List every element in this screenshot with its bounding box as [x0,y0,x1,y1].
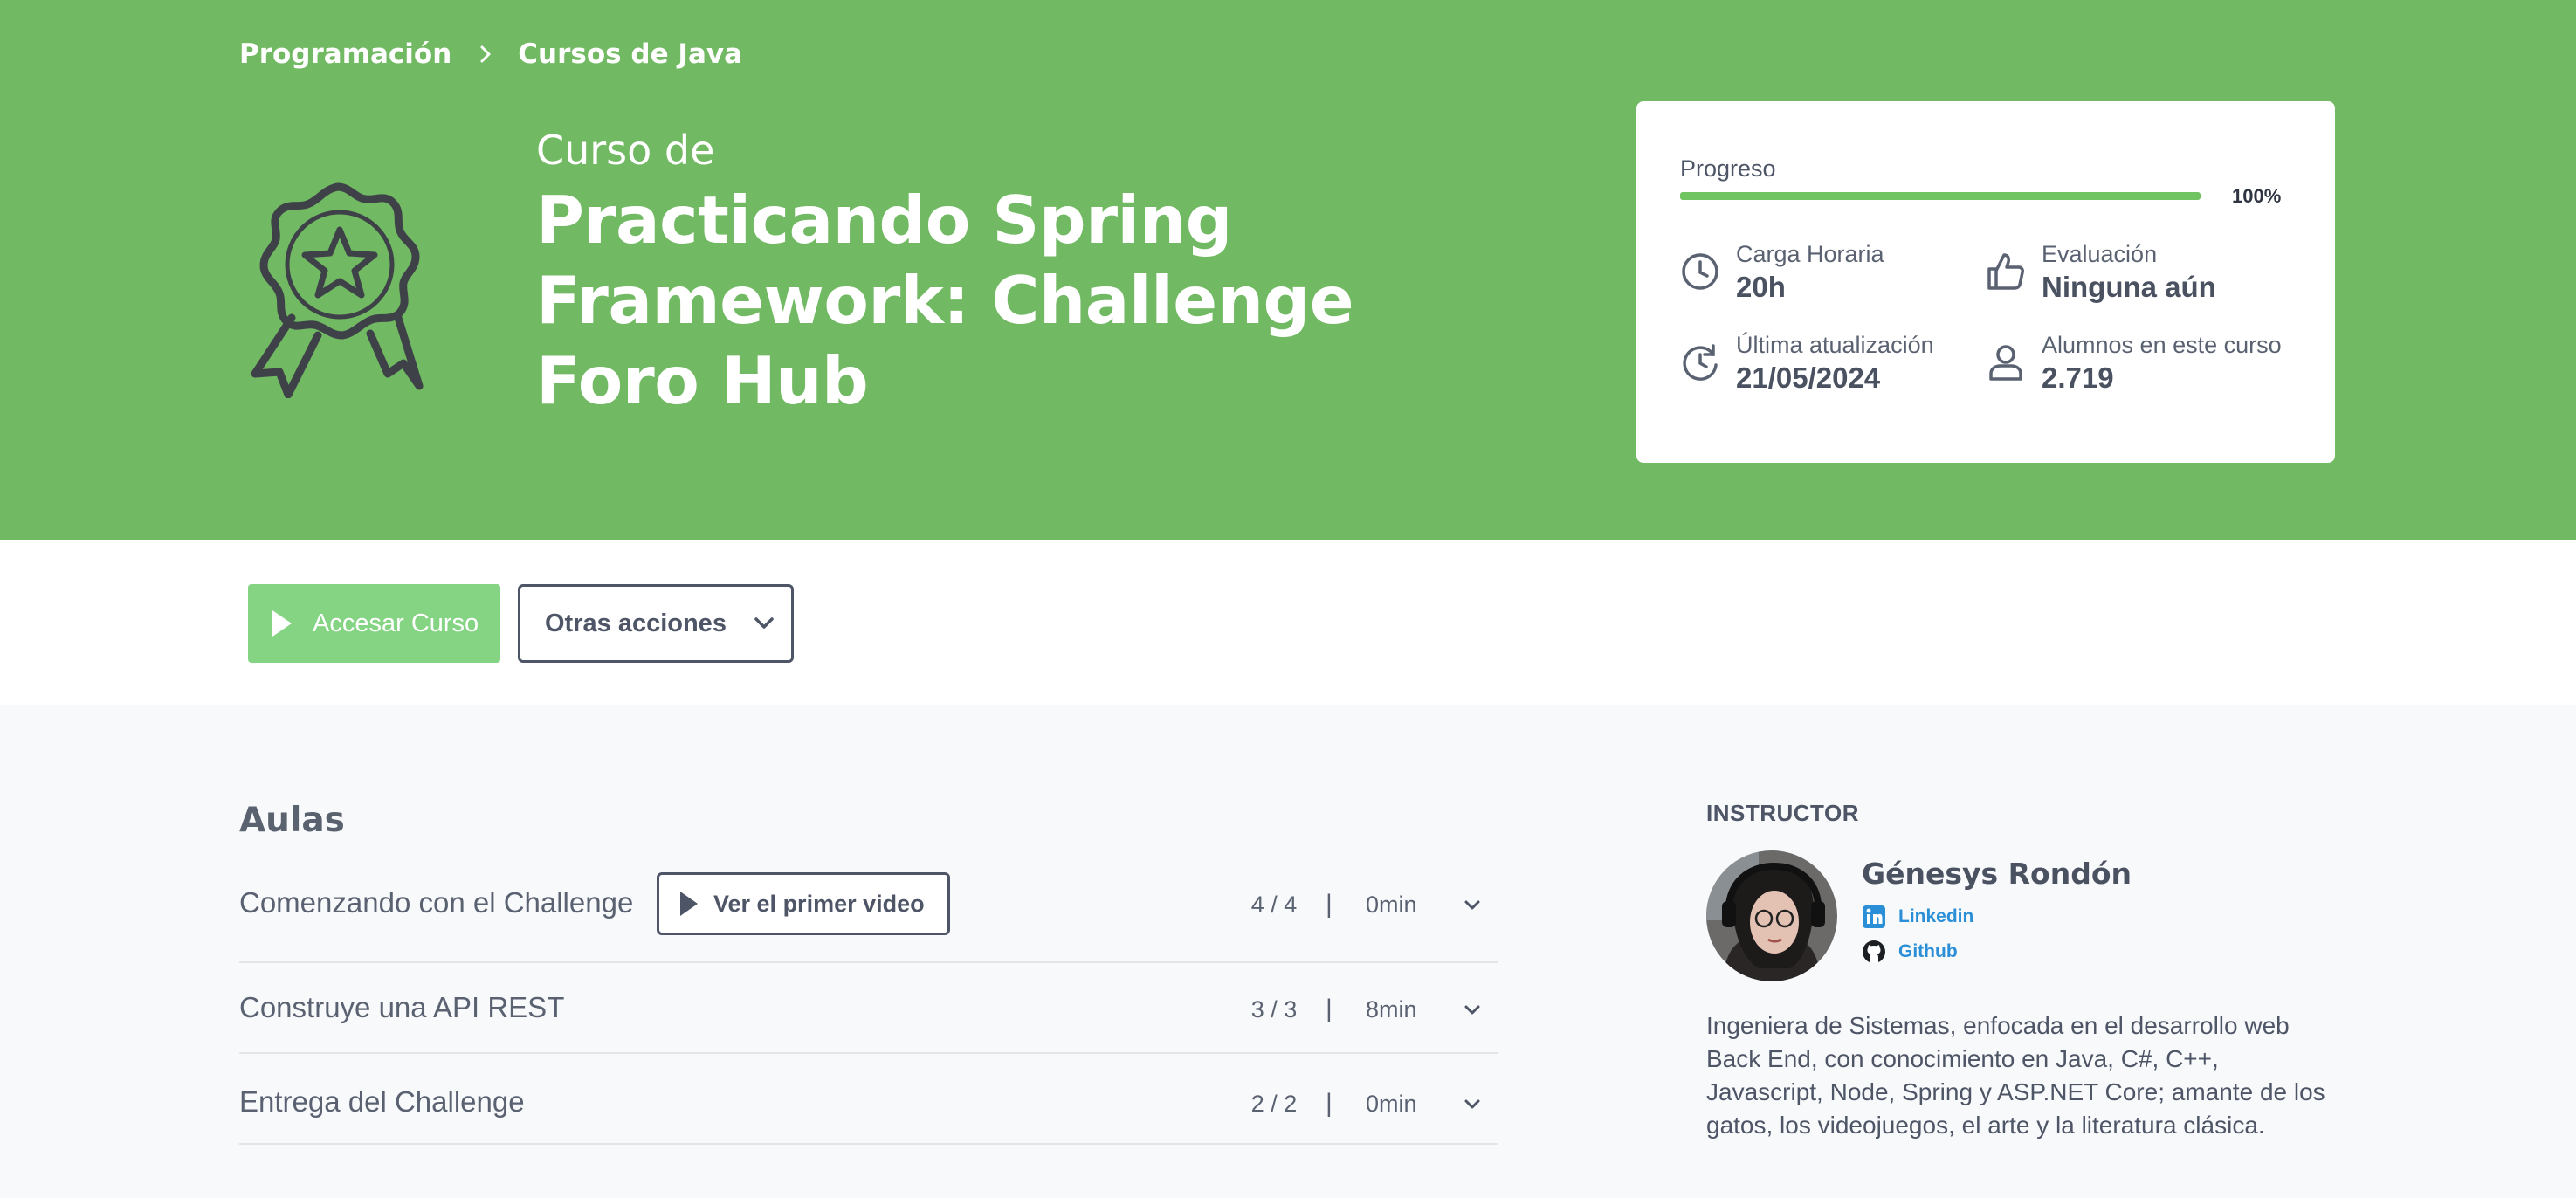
access-course-button[interactable]: Accesar Curso [248,584,500,663]
chevron-down-icon[interactable] [1462,898,1483,912]
play-icon [272,610,292,637]
stat-carga-horaria: Carga Horaria 20h [1680,239,1884,306]
instructor-label: INSTRUCTOR [1706,800,1859,826]
other-actions-label: Otras acciones [545,609,727,637]
lesson-count: 3 / 3 [1250,996,1298,1022]
refresh-icon [1683,344,1718,381]
lesson-duration: 8min [1366,996,1417,1022]
course-pre-title: Curso de [536,127,715,174]
play-icon [680,892,698,916]
access-course-label: Accesar Curso [313,609,479,637]
linkedin-link[interactable]: Linkedin [1862,905,1973,929]
lesson-row[interactable]: Entrega del Challenge 2 / 2 | 0min [239,1054,1498,1145]
lesson-separator: | [1326,995,1333,1023]
course-stats-card: Progreso 100% Carga Horaria 20h Evaluaci… [1636,101,2335,463]
progress-percent: 100% [2232,185,2282,207]
avatar [1706,850,1837,981]
lessons-title: Aulas [239,801,345,840]
course-title: Practicando Spring Framework: Challenge … [536,182,1354,419]
stat-value: 20h [1736,271,1786,303]
lesson-duration: 0min [1366,892,1417,918]
stat-value: 2.719 [2042,361,2114,394]
course-title-block: Curso de Practicando Spring Framework: C… [536,122,1514,421]
stat-label: Carga Horaria [1736,241,1884,267]
instructor-bio: Ingeniera de Sistemas, enfocada en el de… [1706,1012,2325,1139]
github-icon [1863,940,1885,963]
breadcrumb-item-programacion[interactable]: Programación [239,38,451,70]
github-label: Github [1898,941,1958,961]
lesson-name: Construye una API REST [239,991,565,1023]
lesson-name: Entrega del Challenge [239,1085,525,1118]
linkedin-icon [1863,905,1885,928]
stat-value: 21/05/2024 [1736,361,1881,394]
stat-label: Última atualización [1736,332,1934,358]
breadcrumb-item-cursos-java[interactable]: Cursos de Java [518,38,742,70]
stat-ultima-actualizacion: Última atualización 21/05/2024 [1680,330,1934,396]
stat-alumnos: Alumnos en este curso 2.719 [1986,330,2282,396]
award-badge-icon [251,182,424,398]
course-hero: Programación Cursos de Java Curso de Pra… [0,0,2576,540]
chevron-right-icon [480,45,491,63]
chevron-down-icon [754,617,774,629]
course-action-bar: Accesar Curso Otras acciones [0,540,2576,705]
lesson-count: 4 / 4 [1250,892,1298,918]
progress-section: Progreso 100% [1680,155,2291,207]
linkedin-label: Linkedin [1898,906,1974,926]
other-actions-dropdown[interactable]: Otras acciones [518,584,794,663]
stat-evaluacion: Evaluación Ninguna aún [1986,239,2216,306]
clock-icon [1682,253,1718,290]
breadcrumb: Programación Cursos de Java [239,38,742,70]
user-icon [1989,345,2022,381]
lesson-duration: 0min [1366,1091,1417,1117]
instructor-name: Génesys Rondón [1862,857,2132,891]
lesson-row[interactable]: Construye una API REST 3 / 3 | 8min [239,963,1498,1054]
chevron-down-icon[interactable] [1462,1003,1483,1017]
lesson-separator: | [1326,1089,1333,1118]
first-video-label: Ver el primer video [713,890,925,917]
lesson-row[interactable]: Comenzando con el Challenge Ver el prime… [239,872,1498,963]
github-link[interactable]: Github [1862,940,1958,964]
first-video-button[interactable]: Ver el primer video [657,872,950,935]
instructor-photo [1706,850,1837,981]
lesson-count: 2 / 2 [1250,1091,1298,1117]
chevron-down-icon[interactable] [1462,1098,1483,1112]
thumbs-up-icon [1987,253,2024,290]
stat-label: Evaluación [2042,241,2158,267]
progress-bar-fill [1680,192,2201,200]
stat-value: Ninguna aún [2042,271,2216,303]
progress-bar [1680,192,2201,200]
stat-label: Alumnos en este curso [2042,332,2282,358]
progress-label: Progreso [1680,155,1776,182]
lesson-name: Comenzando con el Challenge [239,886,634,919]
lesson-separator: | [1326,890,1333,919]
